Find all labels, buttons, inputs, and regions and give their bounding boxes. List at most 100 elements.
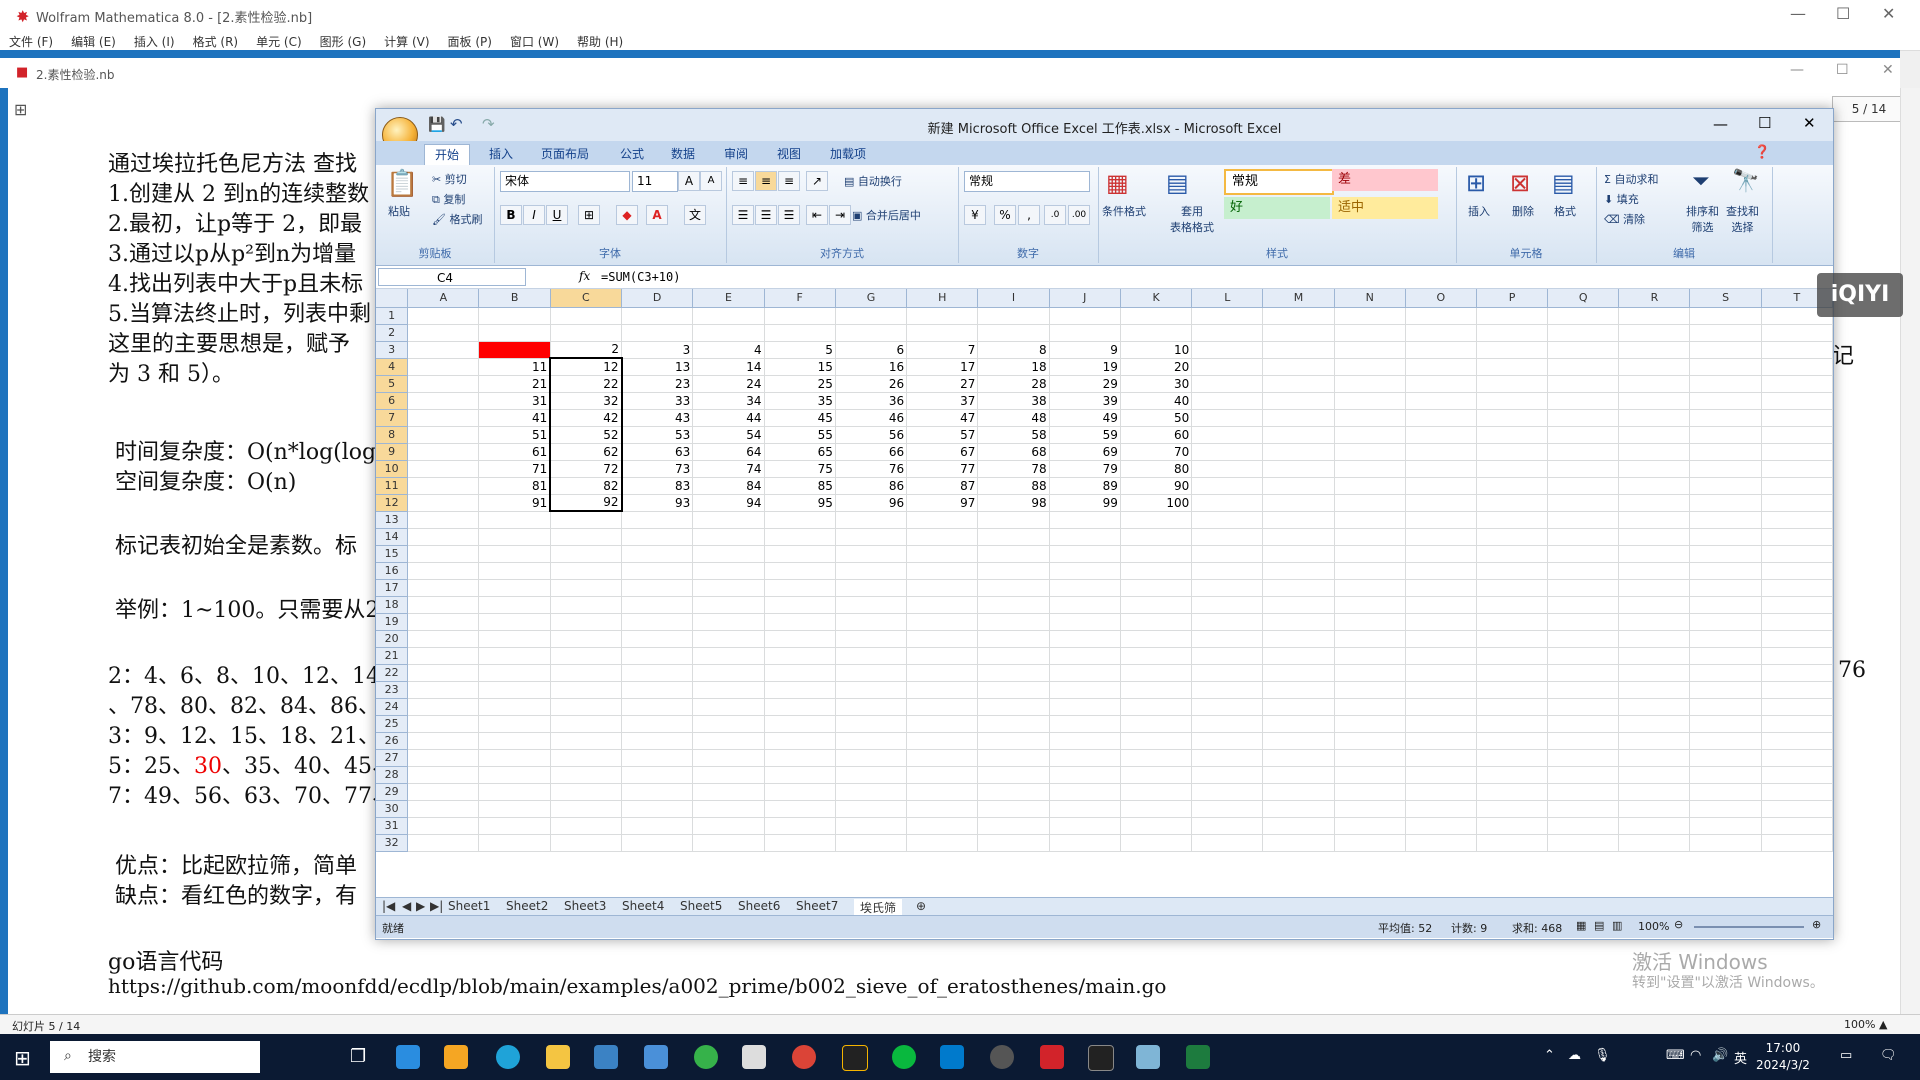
spreadsheet-grid[interactable]: A B C D E F G H I J K L M N O P Q R S T 1 2 3 2 3 4 5 6 7 8 9 10 4 11 12 13…	[376, 289, 1834, 889]
cell[interactable]	[1618, 817, 1691, 835]
cell[interactable]: 72	[549, 460, 623, 478]
cell[interactable]	[621, 698, 694, 716]
cell[interactable]	[692, 783, 765, 801]
cell[interactable]	[764, 800, 836, 818]
cell[interactable]	[1191, 443, 1264, 461]
cell[interactable]	[1618, 494, 1691, 512]
zoom-slider[interactable]	[1694, 926, 1804, 928]
cell[interactable]	[835, 579, 908, 597]
cell[interactable]	[1689, 681, 1762, 699]
cell[interactable]	[835, 307, 908, 325]
cell[interactable]	[1049, 681, 1121, 699]
cell[interactable]	[1476, 579, 1549, 597]
cell[interactable]	[977, 698, 1050, 716]
fill-button[interactable]: ⬇ 填充	[1604, 191, 1639, 207]
style-normal[interactable]: 常规	[1224, 169, 1334, 195]
cell[interactable]	[1547, 307, 1620, 325]
currency-button[interactable]: ¥	[964, 205, 986, 225]
cell[interactable]: 3	[621, 341, 694, 359]
column-header[interactable]: K	[1120, 289, 1193, 308]
cell[interactable]	[1262, 579, 1335, 597]
cell[interactable]	[1405, 800, 1477, 818]
cell[interactable]	[621, 715, 694, 733]
cell[interactable]	[1476, 409, 1549, 427]
row-header[interactable]: 31	[376, 817, 409, 835]
cell[interactable]	[1405, 613, 1477, 631]
cell[interactable]	[1547, 783, 1620, 801]
cell[interactable]	[478, 341, 551, 359]
cell[interactable]	[1618, 443, 1691, 461]
cell[interactable]	[407, 460, 480, 478]
cell[interactable]	[977, 562, 1050, 580]
cell[interactable]: 19	[1049, 358, 1121, 376]
cell[interactable]	[1262, 613, 1335, 631]
sort-filter-icon[interactable]: ⏷	[1692, 169, 1710, 194]
cell[interactable]	[764, 630, 836, 648]
cell[interactable]	[478, 511, 551, 529]
cell[interactable]	[1334, 579, 1406, 597]
cell[interactable]	[906, 664, 979, 682]
cell[interactable]	[407, 647, 480, 665]
cell[interactable]	[407, 579, 480, 597]
cell[interactable]	[1191, 817, 1264, 835]
cell[interactable]	[1618, 375, 1691, 393]
sheet-nav-prev-icon[interactable]: ◀	[402, 899, 411, 913]
cell[interactable]: 70	[1120, 443, 1193, 461]
italic-button[interactable]: I	[523, 205, 545, 225]
cell[interactable]	[1761, 749, 1834, 767]
terminal-icon[interactable]	[1088, 1045, 1114, 1071]
cell[interactable]	[1689, 443, 1762, 461]
cell[interactable]	[407, 409, 480, 427]
cell[interactable]	[1761, 834, 1834, 852]
cell[interactable]	[1262, 681, 1335, 699]
cell[interactable]	[1618, 834, 1691, 852]
cell[interactable]	[1262, 324, 1335, 342]
cell[interactable]	[1334, 732, 1406, 750]
font-name-combo[interactable]: 宋体	[500, 171, 630, 192]
cell[interactable]	[1191, 749, 1264, 767]
cell[interactable]	[1547, 494, 1620, 512]
column-header[interactable]: C	[550, 289, 623, 308]
cell[interactable]	[478, 681, 551, 699]
cell[interactable]	[1191, 596, 1264, 614]
cell[interactable]	[621, 800, 694, 818]
cell[interactable]: 90	[1120, 477, 1193, 495]
cell[interactable]	[1049, 749, 1121, 767]
cell[interactable]	[1761, 375, 1834, 393]
cell[interactable]	[407, 358, 480, 376]
cell[interactable]	[478, 834, 551, 852]
cell[interactable]: 35	[764, 392, 836, 410]
cell[interactable]: 2	[550, 341, 623, 359]
cell[interactable]	[478, 613, 551, 631]
cell[interactable]	[407, 324, 480, 342]
cell[interactable]: 79	[1049, 460, 1121, 478]
cell[interactable]	[692, 324, 765, 342]
cell[interactable]	[1120, 545, 1193, 563]
cell[interactable]	[1761, 443, 1834, 461]
cell[interactable]: 32	[549, 392, 623, 410]
cell[interactable]	[835, 511, 908, 529]
cell[interactable]	[1120, 715, 1193, 733]
sheet-nav-next-icon[interactable]: ▶	[416, 899, 425, 913]
cell[interactable]	[1547, 579, 1620, 597]
cell[interactable]	[764, 732, 836, 750]
cell[interactable]	[1334, 494, 1406, 512]
column-header[interactable]: G	[835, 289, 908, 308]
taskbar-search[interactable]: 搜索	[50, 1041, 260, 1073]
cell[interactable]	[478, 732, 551, 750]
cell[interactable]	[1334, 443, 1406, 461]
cell[interactable]	[1761, 579, 1834, 597]
cell[interactable]	[1334, 800, 1406, 818]
cell[interactable]	[621, 766, 694, 784]
cell[interactable]	[1049, 800, 1121, 818]
cell[interactable]	[1334, 698, 1406, 716]
cell[interactable]: 13	[621, 358, 694, 376]
cell[interactable]	[1618, 783, 1691, 801]
cell[interactable]	[1618, 545, 1691, 563]
cell[interactable]	[835, 749, 908, 767]
cell[interactable]	[1262, 749, 1335, 767]
cell[interactable]	[1761, 477, 1834, 495]
cell[interactable]	[1476, 477, 1549, 495]
cell[interactable]	[764, 681, 836, 699]
cell[interactable]	[1334, 613, 1406, 631]
